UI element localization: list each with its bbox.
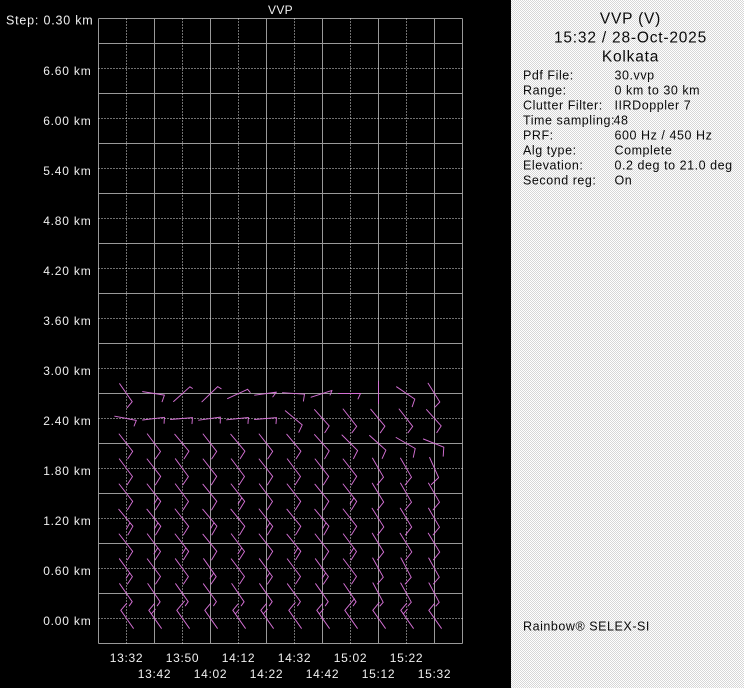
svg-text:Kolkata: Kolkata (602, 49, 659, 66)
svg-text:15:22: 15:22 (390, 651, 424, 665)
svg-text:15:12: 15:12 (362, 667, 396, 681)
svg-text:14:02: 14:02 (194, 667, 228, 681)
svg-text:0.2 deg to 21.0 deg: 0.2 deg to 21.0 deg (615, 158, 733, 172)
svg-text:Rainbow® SELEX-SI: Rainbow® SELEX-SI (523, 620, 650, 634)
svg-text:IIRDoppler 7: IIRDoppler 7 (615, 98, 692, 112)
svg-text:Elevation:: Elevation: (523, 158, 583, 172)
svg-text:0.60 km: 0.60 km (43, 564, 91, 578)
svg-text:15:02: 15:02 (334, 651, 368, 665)
svg-text:VVP: VVP (268, 3, 293, 17)
svg-text:Time sampling:: Time sampling: (523, 113, 615, 127)
svg-text:4.20 km: 4.20 km (43, 264, 91, 278)
svg-text:14:12: 14:12 (222, 651, 256, 665)
svg-text:4.80 km: 4.80 km (43, 214, 91, 228)
svg-text:1.80 km: 1.80 km (43, 464, 91, 478)
svg-text:VVP (V): VVP (V) (600, 11, 661, 28)
svg-text:Second reg:: Second reg: (523, 173, 596, 187)
svg-text:13:32: 13:32 (110, 651, 144, 665)
svg-text:30.vvp: 30.vvp (615, 68, 655, 82)
svg-text:14:22: 14:22 (250, 667, 284, 681)
svg-text:Clutter Filter:: Clutter Filter: (523, 98, 603, 112)
svg-text:0 km to 30 km: 0 km to 30 km (615, 83, 701, 97)
svg-text:15:32: 15:32 (418, 667, 452, 681)
svg-text:PRF:: PRF: (523, 128, 554, 142)
svg-text:On: On (615, 173, 633, 187)
svg-text:2.40 km: 2.40 km (43, 414, 91, 428)
svg-text:5.40 km: 5.40 km (43, 164, 91, 178)
svg-text:6.60 km: 6.60 km (43, 64, 91, 78)
svg-text:3.60 km: 3.60 km (43, 314, 91, 328)
svg-text:Complete: Complete (615, 143, 673, 157)
svg-text:Step: 0.30 km: Step: 0.30 km (6, 14, 94, 28)
svg-text:13:50: 13:50 (166, 651, 200, 665)
svg-text:Pdf File:: Pdf File: (523, 68, 574, 82)
svg-text:14:42: 14:42 (306, 667, 340, 681)
svg-text:15:32 / 28-Oct-2025: 15:32 / 28-Oct-2025 (554, 30, 707, 47)
svg-text:1.20 km: 1.20 km (43, 514, 91, 528)
svg-text:600 Hz / 450 Hz: 600 Hz / 450 Hz (615, 128, 713, 142)
svg-text:48: 48 (614, 113, 629, 127)
svg-text:Range:: Range: (523, 83, 567, 97)
svg-text:0.00 km: 0.00 km (43, 614, 91, 628)
svg-text:Alg type:: Alg type: (523, 143, 577, 157)
svg-text:14:32: 14:32 (278, 651, 312, 665)
svg-text:6.00 km: 6.00 km (43, 114, 91, 128)
svg-text:3.00 km: 3.00 km (43, 364, 91, 378)
svg-text:13:42: 13:42 (138, 667, 172, 681)
